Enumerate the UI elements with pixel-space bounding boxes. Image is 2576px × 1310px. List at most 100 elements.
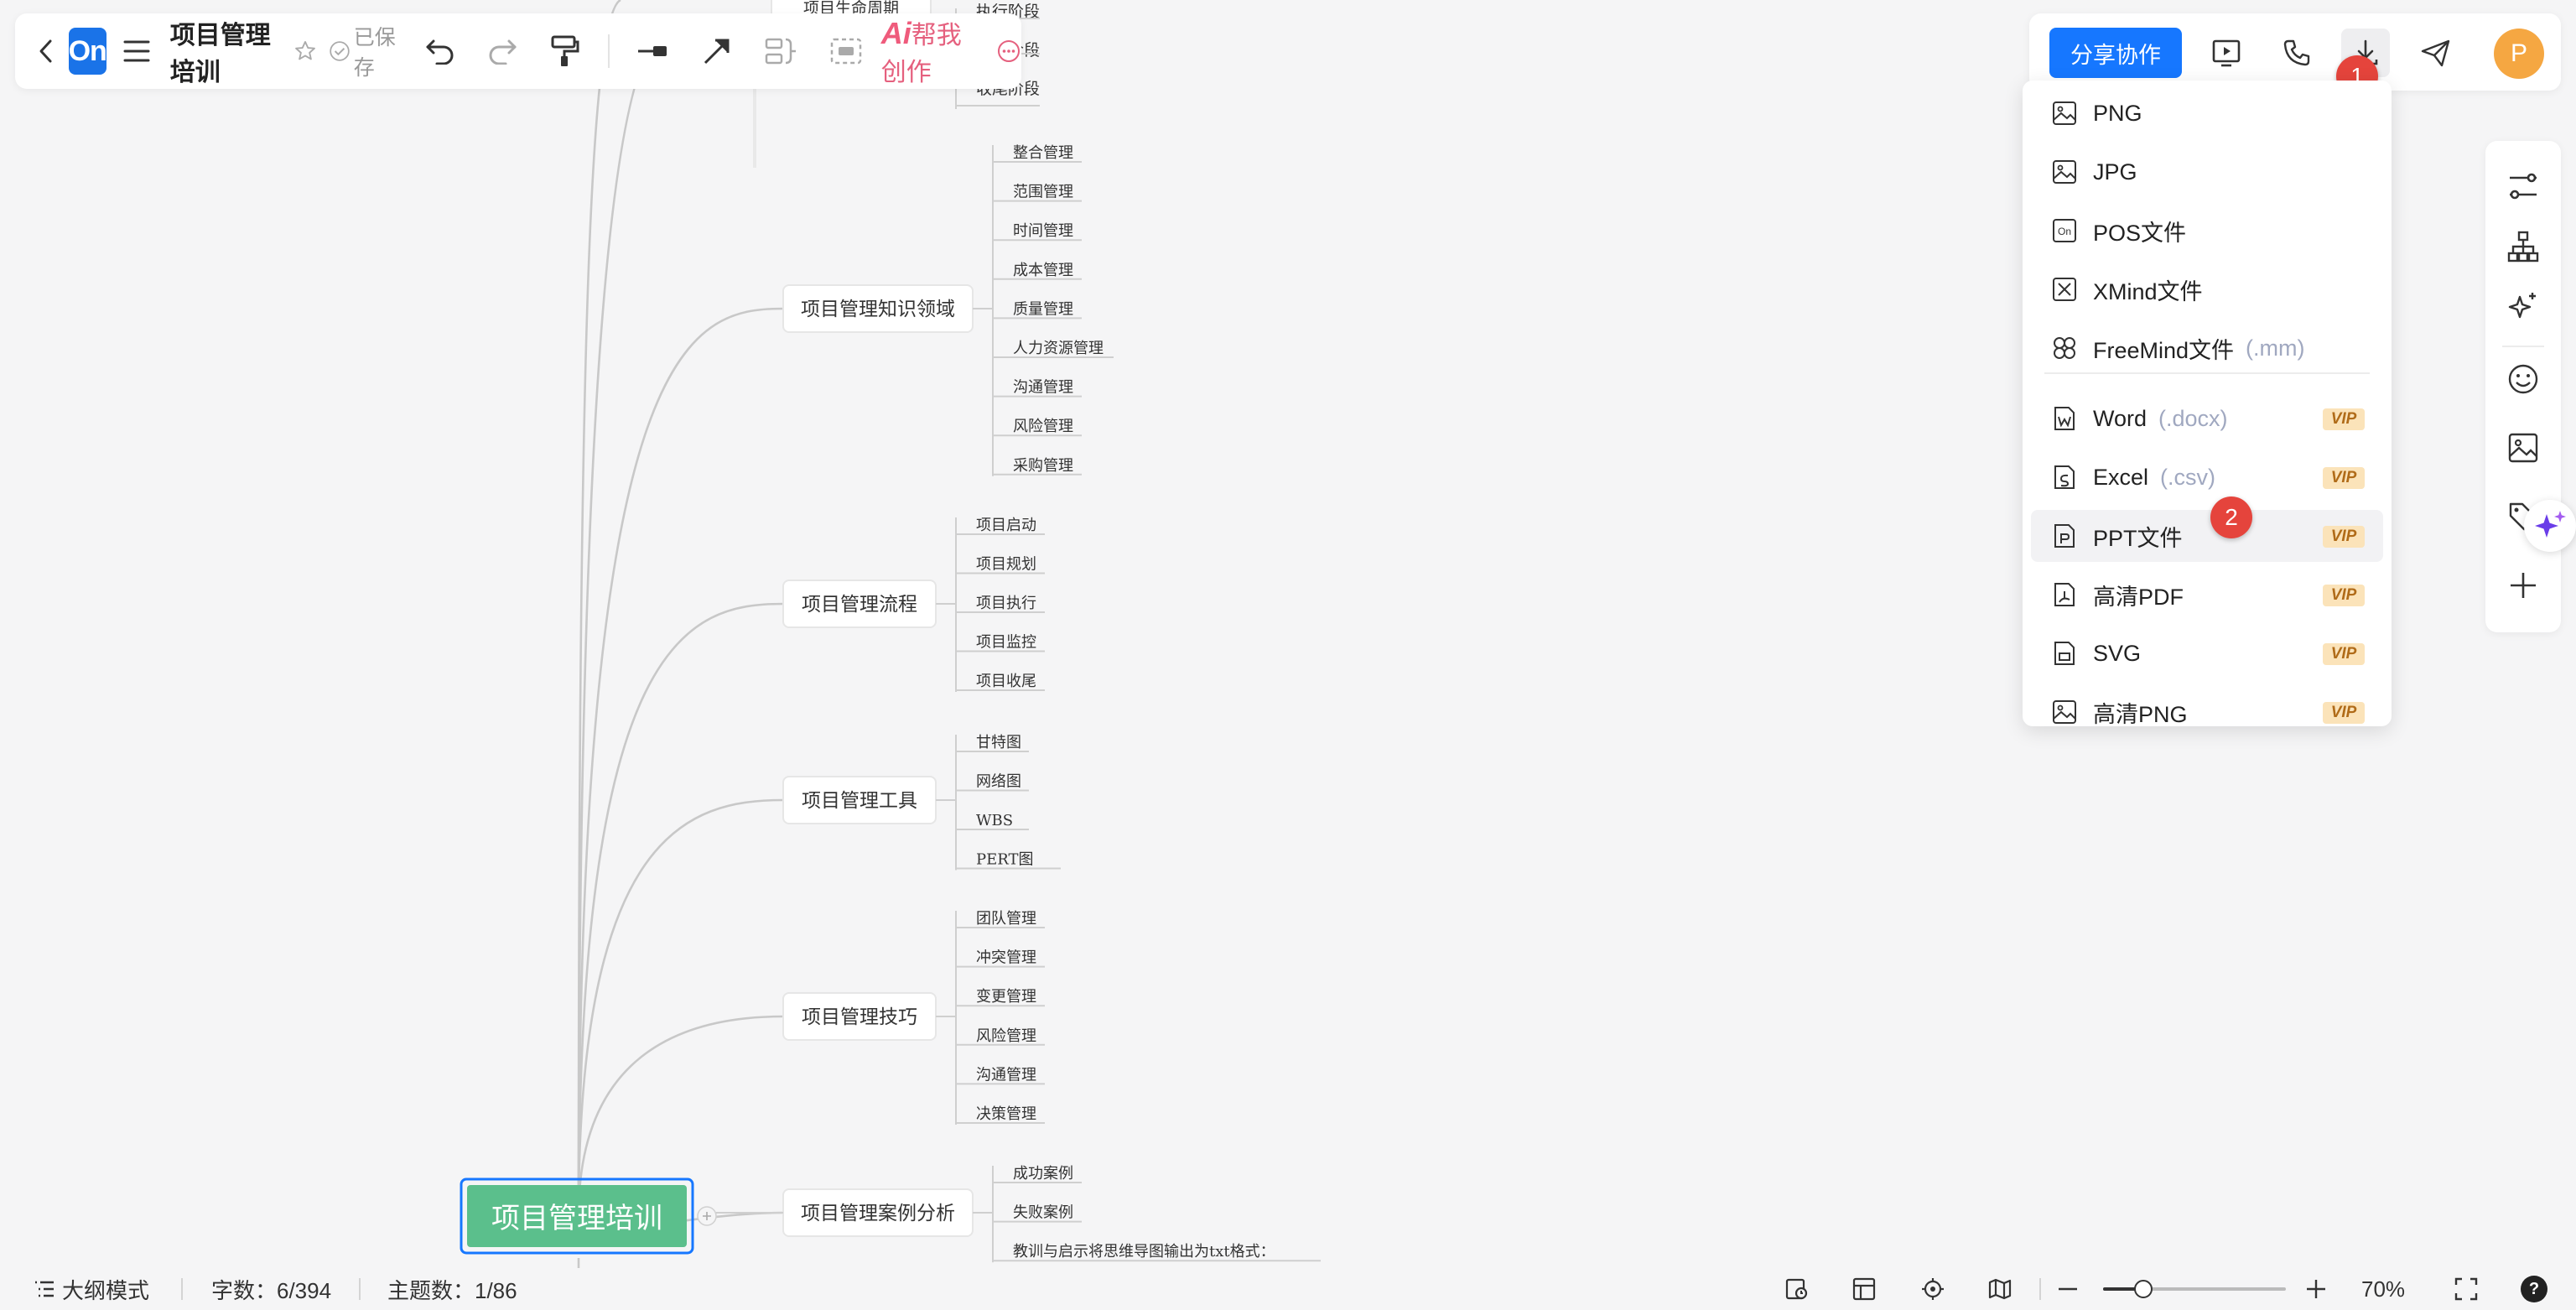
- zoom-slider[interactable]: [2103, 1275, 2286, 1303]
- subtopic-label[interactable]: 项目监控: [976, 634, 1036, 652]
- side-divider: [2502, 346, 2544, 347]
- send-icon[interactable]: [2412, 29, 2460, 77]
- ai-assistant-icon[interactable]: [2524, 500, 2576, 552]
- subtopic-label[interactable]: 网络图: [976, 773, 1021, 791]
- subtopic-label[interactable]: 范围管理: [1013, 184, 1073, 201]
- theme-sparkle-icon[interactable]: [2498, 282, 2548, 332]
- subtopic-label[interactable]: 沟通管理: [1013, 379, 1073, 397]
- export-item-word[interactable]: Word (.docx) VIP: [2031, 392, 2383, 444]
- export-dropdown-menu: PNG JPG On POS文件 XMind文件 FreeMind文件 (.mm) Word (…: [2023, 81, 2392, 727]
- present-icon[interactable]: [2202, 29, 2251, 77]
- document-title[interactable]: 项目管理培训: [170, 14, 282, 88]
- subtopic-label[interactable]: 项目收尾: [976, 673, 1036, 690]
- zoom-thumb[interactable]: [2133, 1280, 2153, 1298]
- zoom-in-icon[interactable]: [2304, 1275, 2328, 1303]
- export-item-freemind文件[interactable]: FreeMind文件 (.mm): [2031, 322, 2383, 374]
- subtopic-label[interactable]: 风险管理: [1013, 418, 1073, 435]
- mindmap-branch[interactable]: 项目管理工具 甘特图网络图 WBS PERT图: [577, 734, 1061, 1217]
- export-item-高清png[interactable]: 高清PNG VIP: [2031, 686, 2383, 738]
- help-icon[interactable]: ?: [2521, 1275, 2547, 1303]
- subtopic-label[interactable]: 教训与启示将思维导图输出为txt格式：: [1013, 1243, 1275, 1261]
- subtopic-label[interactable]: 团队管理: [976, 910, 1036, 928]
- subtopic-label[interactable]: 项目规划: [976, 556, 1036, 574]
- topic-label[interactable]: 项目管理知识领域: [801, 299, 955, 320]
- export-item-png[interactable]: PNG: [2031, 87, 2383, 139]
- back-icon[interactable]: [34, 26, 59, 76]
- subtopic-label[interactable]: 失败案例: [1013, 1204, 1073, 1222]
- history-icon[interactable]: [1784, 1275, 1810, 1303]
- subtopic-label[interactable]: 质量管理: [1013, 300, 1073, 318]
- subtopic-label[interactable]: 时间管理: [1013, 222, 1073, 240]
- summary-icon[interactable]: [764, 26, 797, 76]
- topic-label[interactable]: 项目管理案例分析: [801, 1203, 955, 1224]
- subtopic-label[interactable]: 决策管理: [976, 1105, 1036, 1123]
- export-item-高清pdf[interactable]: 高清PDF VIP: [2031, 569, 2383, 621]
- add-icon[interactable]: [2498, 560, 2548, 611]
- subtopic-label[interactable]: 甘特图: [976, 734, 1021, 751]
- locate-icon[interactable]: [1920, 1275, 1945, 1303]
- layout-icon[interactable]: [1852, 1275, 1877, 1303]
- subtopic-label[interactable]: 采购管理: [1013, 457, 1073, 475]
- freemind-icon: [2048, 331, 2081, 365]
- zoom-out-icon[interactable]: [2056, 1275, 2080, 1303]
- mindmap-branch[interactable]: 项目管理流程 项目启动项目规划项目执行项目监控项目收尾: [577, 517, 1045, 1217]
- collapse-toggle-icon[interactable]: [697, 1206, 717, 1226]
- export-item-ppt文件[interactable]: PPT文件 VIP: [2031, 510, 2383, 562]
- ai-create-button[interactable]: Ai帮我创作: [881, 14, 978, 88]
- subtopic-label[interactable]: 整合管理: [1013, 144, 1073, 162]
- insert-image-icon[interactable]: [2498, 423, 2548, 473]
- topic-label[interactable]: 项目管理流程: [802, 594, 917, 616]
- subtopic-label[interactable]: PERT图: [976, 851, 1034, 869]
- undo-icon[interactable]: [425, 26, 455, 76]
- menu-divider: [2044, 372, 2370, 374]
- star-icon[interactable]: [293, 26, 317, 76]
- subtopic-label[interactable]: 变更管理: [976, 988, 1036, 1006]
- minimap-icon[interactable]: [1987, 1275, 2012, 1303]
- format-painter-icon[interactable]: [549, 26, 579, 76]
- export-item-excel[interactable]: Excel (.csv) VIP: [2031, 451, 2383, 503]
- structure-icon[interactable]: [2498, 221, 2548, 272]
- subtopic-label[interactable]: 人力资源管理: [1013, 340, 1104, 357]
- export-item-pos文件[interactable]: On POS文件: [2031, 205, 2383, 257]
- export-item-label: PNG: [2093, 100, 2142, 126]
- vip-badge: VIP: [2323, 702, 2365, 724]
- subtopic-label[interactable]: 风险管理: [976, 1027, 1036, 1045]
- saved-status: 已保存: [353, 26, 396, 80]
- subtopic-label[interactable]: 成本管理: [1013, 262, 1073, 279]
- export-item-jpg[interactable]: JPG: [2031, 146, 2383, 198]
- outline-mode-toggle[interactable]: 大纲模式: [34, 1275, 149, 1303]
- user-avatar[interactable]: P: [2494, 29, 2544, 79]
- menu-icon[interactable]: [123, 26, 150, 76]
- topic-label[interactable]: 项目管理工具: [802, 790, 917, 812]
- zoom-level[interactable]: 70%: [2361, 1275, 2405, 1303]
- root-topic[interactable]: 项目管理培训: [460, 1177, 694, 1268]
- export-item-xmind文件[interactable]: XMind文件: [2031, 263, 2383, 315]
- subtopic-label[interactable]: 成功案例: [1013, 1165, 1073, 1183]
- style-settings-icon[interactable]: [2498, 161, 2548, 211]
- relationship-arrow-icon[interactable]: [702, 26, 732, 76]
- fullscreen-icon[interactable]: [2454, 1275, 2479, 1303]
- export-item-label: PPT文件: [2093, 525, 2183, 551]
- share-collaborate-button[interactable]: 分享协作: [2049, 28, 2182, 78]
- status-separator: [359, 1278, 361, 1300]
- topic-label[interactable]: 项目管理技巧: [802, 1006, 917, 1028]
- redo-icon[interactable]: [487, 26, 517, 76]
- pdf-icon: [2048, 578, 2081, 611]
- outline-mode-label: 大纲模式: [62, 1277, 150, 1303]
- partial-shadow: [753, 75, 756, 168]
- export-item-label: Word: [2093, 405, 2148, 431]
- subtopic-label[interactable]: 冲突管理: [976, 949, 1036, 967]
- more-options-icon[interactable]: [996, 26, 1021, 76]
- subtopic-label[interactable]: 项目启动: [976, 517, 1036, 534]
- mindmap-branch[interactable]: 项目管理技巧 团队管理冲突管理变更管理风险管理沟通管理决策管理: [577, 910, 1045, 1217]
- ai-label: Ai: [880, 16, 911, 50]
- subtopic-label[interactable]: WBS: [976, 812, 1013, 829]
- insert-subtopic-icon[interactable]: [636, 26, 670, 76]
- phone-icon[interactable]: [2272, 29, 2321, 77]
- boundary-icon[interactable]: [829, 26, 863, 76]
- app-logo[interactable]: On: [68, 28, 107, 75]
- subtopic-label[interactable]: 项目执行: [976, 595, 1036, 612]
- emoji-icon[interactable]: [2498, 354, 2548, 404]
- subtopic-label[interactable]: 沟通管理: [976, 1066, 1036, 1084]
- export-item-svg[interactable]: SVG VIP: [2031, 627, 2383, 679]
